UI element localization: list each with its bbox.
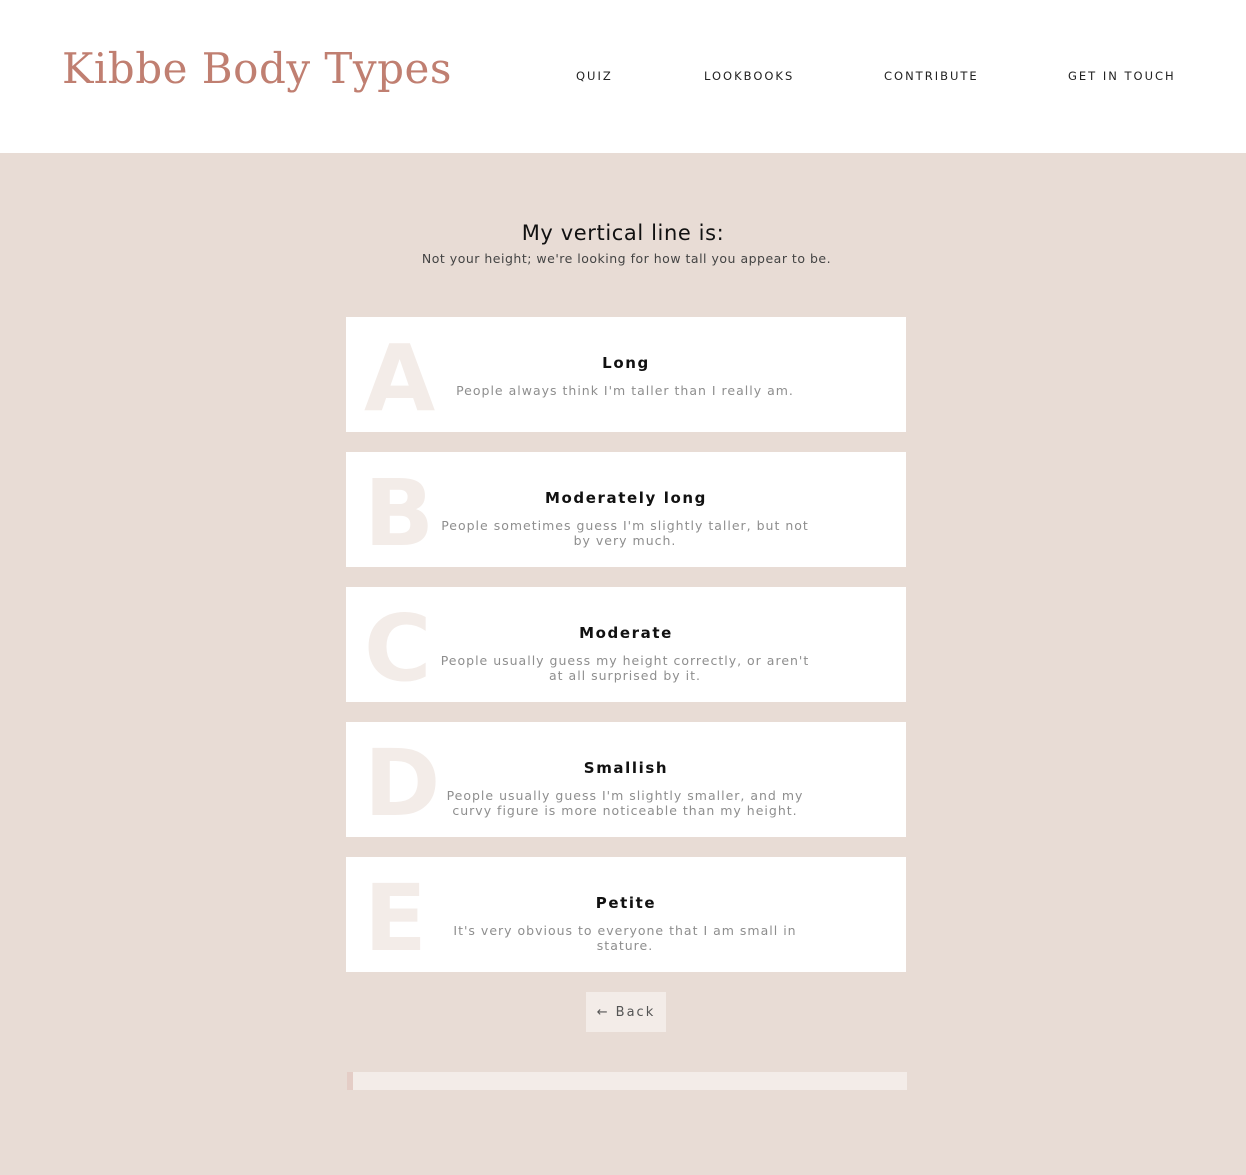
nav-link-quiz[interactable]: QUIZ: [576, 69, 613, 83]
option-description: People usually guess I'm slightly smalle…: [446, 788, 804, 818]
option-title: Long: [602, 354, 650, 372]
nav-link-get-in-touch[interactable]: GET IN TOUCH: [1068, 69, 1176, 83]
option-description: It's very obvious to everyone that I am …: [453, 923, 797, 953]
option-letter: E: [364, 865, 427, 972]
option-card-a[interactable]: A Long People always think I'm taller th…: [346, 317, 906, 432]
option-letter: B: [364, 460, 435, 567]
option-card-c[interactable]: C Moderate People usually guess my heigh…: [346, 587, 906, 702]
option-title: Moderately long: [544, 489, 707, 507]
site-header: Kibbe Body Types QUIZ LOOKBOOKS CONTRIBU…: [0, 0, 1246, 153]
question-title: My vertical line is:: [521, 221, 725, 245]
option-letter: D: [364, 730, 441, 837]
option-title: Petite: [595, 894, 657, 912]
option-card-e[interactable]: E Petite It's very obvious to everyone t…: [346, 857, 906, 972]
progress-bar: [347, 1072, 907, 1090]
option-title: Smallish: [583, 759, 669, 777]
option-description: People usually guess my height correctly…: [440, 653, 810, 683]
option-card-d[interactable]: D Smallish People usually guess I'm slig…: [346, 722, 906, 837]
site-logo[interactable]: Kibbe Body Types: [62, 44, 452, 93]
progress-fill: [347, 1072, 353, 1090]
question-subtitle: Not your height; we're looking for how t…: [421, 251, 832, 266]
back-button-label: Back: [615, 1004, 656, 1020]
option-letter: C: [364, 595, 432, 702]
option-description: People always think I'm taller than I re…: [456, 383, 794, 398]
arrow-left-icon: ←: [596, 1004, 610, 1020]
option-letter: A: [364, 325, 436, 432]
option-description: People sometimes guess I'm slightly tall…: [441, 518, 809, 548]
option-title: Moderate: [579, 624, 673, 642]
nav-link-contribute[interactable]: CONTRIBUTE: [884, 69, 979, 83]
back-button[interactable]: ← Back: [586, 992, 666, 1032]
nav-link-lookbooks[interactable]: LOOKBOOKS: [704, 69, 794, 83]
option-card-b[interactable]: B Moderately long People sometimes guess…: [346, 452, 906, 567]
